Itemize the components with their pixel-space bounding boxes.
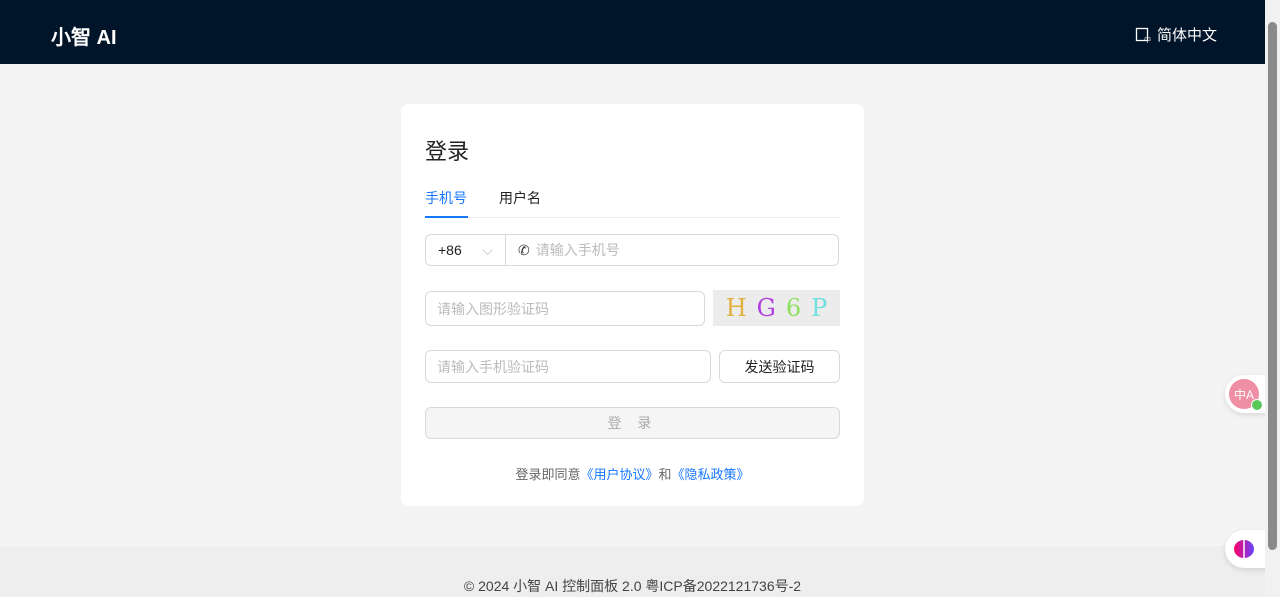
chevron-down-icon: ⌵ <box>482 241 493 258</box>
sms-code-input[interactable]: 请输入手机验证码 <box>425 350 711 383</box>
translate-float-button[interactable]: 中A <box>1225 375 1270 413</box>
page-title: 登录 <box>425 139 470 164</box>
user-agreement-link[interactable]: 《用户协议》 <box>580 467 658 482</box>
check-icon <box>1251 399 1263 411</box>
captcha-char: H <box>725 294 747 322</box>
brain-icon <box>1234 540 1254 558</box>
tab-username[interactable]: 用户名 <box>499 188 541 208</box>
logo: 小智 AI <box>51 27 117 49</box>
captcha-image[interactable]: H G 6 P <box>713 290 840 326</box>
translate-icon: 中A <box>1229 379 1263 411</box>
tab-phone[interactable]: 手机号 <box>425 188 467 208</box>
ai-assistant-float-button[interactable] <box>1225 530 1270 568</box>
country-code-select[interactable]: +86 ⌵ <box>426 235 506 265</box>
footer: © 2024 小智 AI 控制面板 2.0 粤ICP备2022121736号-2 <box>0 546 1265 597</box>
captcha-char: 6 <box>785 294 802 322</box>
captcha-char: P <box>811 294 828 322</box>
svg-text:中: 中 <box>1144 35 1151 43</box>
privacy-policy-link[interactable]: 《隐私政策》 <box>672 467 750 482</box>
agreement-text: 登录即同意《用户协议》和《隐私政策》 <box>515 467 750 482</box>
login-button[interactable]: 登 录 <box>425 407 840 439</box>
captcha-input[interactable]: 请输入图形验证码 <box>425 291 705 326</box>
active-tab-indicator <box>425 216 468 218</box>
top-header: 小智 AI 中 简体中文 <box>0 0 1265 64</box>
captcha-char: G <box>756 294 776 322</box>
phone-input[interactable]: ✆ 请输入手机号 <box>506 240 620 260</box>
login-tabs: 手机号 用户名 <box>425 186 840 218</box>
scrollbar[interactable] <box>1265 0 1280 597</box>
send-code-button[interactable]: 发送验证码 <box>719 350 840 383</box>
phone-icon: ✆ <box>518 241 530 258</box>
language-switcher[interactable]: 中 简体中文 <box>1135 24 1217 45</box>
scrollbar-thumb[interactable] <box>1268 22 1277 550</box>
login-card: 登录 手机号 用户名 +86 ⌵ ✆ 请输入手机号 请输入图形验证码 H G 6 P… <box>401 104 864 506</box>
translate-icon: 中 <box>1135 27 1151 43</box>
phone-field: +86 ⌵ ✆ 请输入手机号 <box>425 234 839 266</box>
